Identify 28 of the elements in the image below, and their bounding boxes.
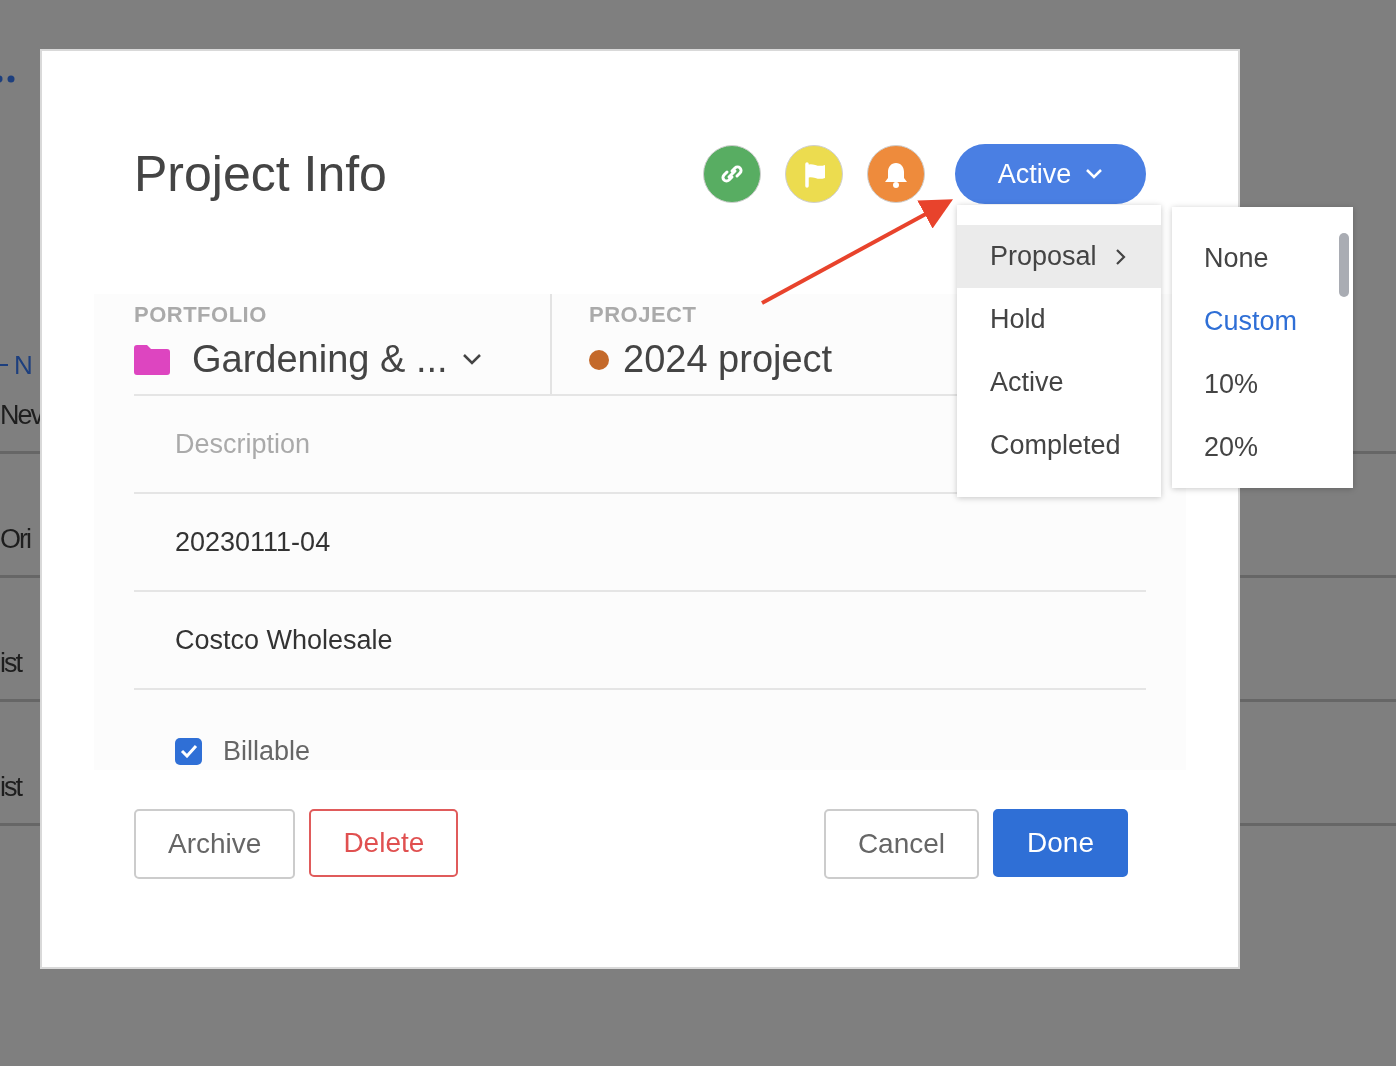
status-dropdown[interactable]: Active <box>955 144 1146 204</box>
row-text: ist <box>0 770 21 804</box>
dialog-title: Project Info <box>134 145 387 204</box>
portfolio-dropdown[interactable]: Gardening & ... <box>192 331 482 388</box>
checkbox-label: Billable <box>223 734 311 768</box>
text-field[interactable]: 20230111-04 <box>134 494 1146 590</box>
menu-item[interactable]: None <box>1172 227 1353 290</box>
text-field[interactable]: Costco Wholesale <box>134 592 1146 688</box>
menu-item[interactable]: Custom <box>1172 290 1353 353</box>
field-label: PORTFOLIO <box>134 301 267 329</box>
chevron-down-icon <box>461 353 482 366</box>
action-button[interactable]: Done <box>993 809 1128 877</box>
dash-icon <box>0 363 8 367</box>
action-button[interactable]: Archive <box>134 809 296 879</box>
field-label: PROJECT <box>589 301 697 329</box>
project-name: 2024 project <box>623 337 833 382</box>
row-text: ist <box>0 646 21 680</box>
check-icon <box>179 744 198 758</box>
chevron-down-icon <box>1085 168 1104 180</box>
menu-item[interactable]: 10% <box>1172 353 1353 416</box>
checkbox[interactable] <box>175 737 202 765</box>
menu-item[interactable]: Proposal <box>957 225 1161 288</box>
menu-item[interactable]: 20% <box>1172 416 1353 479</box>
action-button[interactable]: Cancel <box>823 809 980 879</box>
row-text: Ori <box>0 522 30 556</box>
action-button[interactable]: Delete <box>309 809 459 877</box>
scrollbar-thumb[interactable] <box>1339 233 1349 297</box>
menu-item[interactable]: Hold <box>957 288 1161 351</box>
